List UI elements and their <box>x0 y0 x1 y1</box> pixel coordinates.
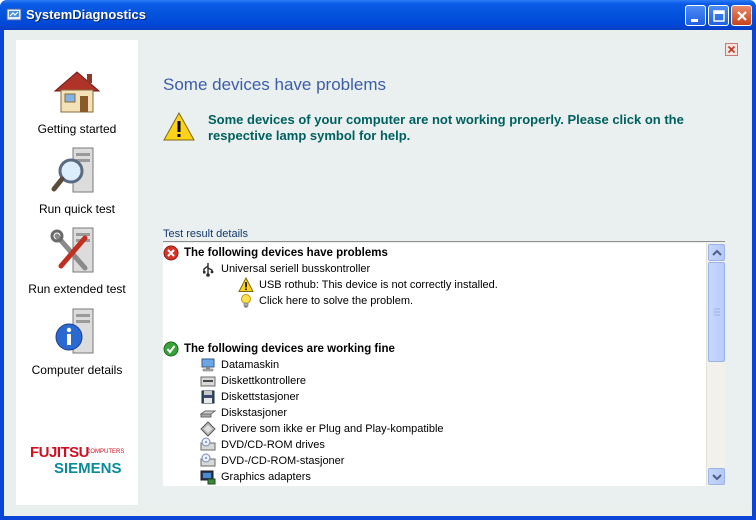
computer-icon <box>201 358 215 372</box>
error-icon <box>163 245 179 261</box>
driver-icon <box>200 421 216 437</box>
close-icon <box>737 11 747 21</box>
minimize-button[interactable] <box>685 5 706 26</box>
close-button[interactable] <box>731 5 752 26</box>
warning-icon <box>238 277 254 292</box>
scroll-up-button[interactable] <box>708 244 725 261</box>
warning-message: Some devices of your computer are not wo… <box>208 112 684 143</box>
info-computer-icon <box>55 308 94 354</box>
maximize-icon <box>713 10 725 22</box>
section-label: Test result details <box>163 228 248 240</box>
chevron-up-icon <box>712 249 722 256</box>
svg-text:FUJITSU: FUJITSU <box>30 444 89 461</box>
nav-run-extended-test[interactable]: Run extended test <box>16 224 138 296</box>
disk-drive-icon <box>200 410 216 418</box>
page-title: Some devices have problems <box>163 75 387 94</box>
grip-icon <box>714 308 720 316</box>
test-results-list[interactable]: The following devices have problems Univ… <box>163 243 725 486</box>
nav-getting-started[interactable]: Getting started <box>16 64 138 136</box>
floppy-controller-icon <box>200 376 216 387</box>
nav-computer-details[interactable]: Computer details <box>16 305 138 377</box>
tools-computer-icon <box>50 227 94 273</box>
svg-text:COMPUTERS: COMPUTERS <box>86 449 124 455</box>
fujitsu-siemens-logo: FUJITSU COMPUTERS SIEMENS <box>28 440 128 480</box>
floppy-drive-icon <box>201 390 215 404</box>
scroll-thumb[interactable] <box>708 262 725 362</box>
app-window: SystemDiagnostics Getting started Run qu… <box>0 0 756 520</box>
scroll-down-button[interactable] <box>708 468 725 485</box>
close-panel-icon[interactable] <box>725 43 738 56</box>
nav-run-quick-test-label: Run quick test <box>38 202 116 216</box>
chevron-down-icon <box>712 474 722 481</box>
nav-run-extended-test-label: Run extended test <box>28 282 126 296</box>
nav-computer-details-label: Computer details <box>31 363 123 377</box>
window-title: SystemDiagnostics <box>26 7 146 22</box>
nav-getting-started-label: Getting started <box>37 122 117 136</box>
magnifier-computer-icon <box>51 147 94 193</box>
check-icon <box>163 341 179 357</box>
nav-run-quick-test[interactable]: Run quick test <box>16 144 138 216</box>
minimize-icon <box>691 19 698 22</box>
graphics-adapter-icon <box>200 470 216 485</box>
house-icon <box>53 71 101 113</box>
sidebar: Getting started Run quick test Run exten… <box>16 40 138 505</box>
client-area: Getting started Run quick test Run exten… <box>4 30 752 516</box>
warning-icon <box>163 111 195 141</box>
svg-text:SIEMENS: SIEMENS <box>54 460 122 477</box>
maximize-button[interactable] <box>708 5 729 26</box>
usb-icon <box>203 263 214 277</box>
lamp-icon <box>241 294 251 308</box>
divider <box>163 241 725 242</box>
app-icon <box>6 8 22 21</box>
dvd-drive-icon <box>200 437 216 451</box>
title-bar[interactable]: SystemDiagnostics <box>0 0 756 30</box>
vertical-scrollbar[interactable] <box>706 243 725 486</box>
main-panel: Some devices have problems Some devices … <box>143 40 745 505</box>
dvd-drive-icon <box>200 453 216 467</box>
